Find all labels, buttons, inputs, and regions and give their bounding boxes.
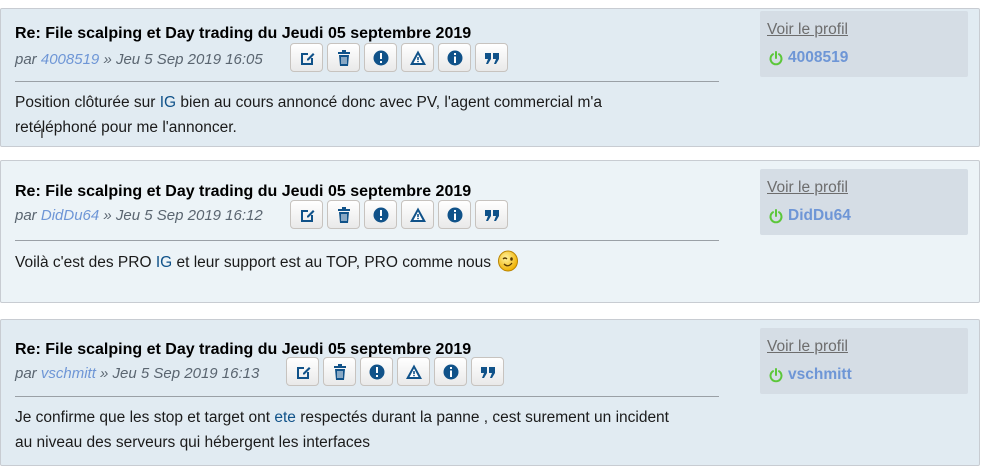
quote-icon <box>484 209 499 221</box>
info-icon <box>447 50 462 65</box>
content-text: respectés durant la panne , cest suremen… <box>295 409 669 426</box>
post-content: Voilà c'est des PRO IG et leur support e… <box>15 250 519 275</box>
profile-panel: Voir le profil DidDu64 <box>760 169 968 235</box>
report-icon <box>373 207 388 222</box>
post-separator <box>15 81 719 82</box>
delete-icon <box>337 49 350 66</box>
delete-button[interactable] <box>327 43 360 72</box>
edit-icon <box>300 52 314 65</box>
post-buttons <box>290 200 508 229</box>
author-link[interactable]: 4008519 <box>41 51 99 68</box>
report-button[interactable] <box>364 43 397 72</box>
quote-button[interactable] <box>471 357 504 386</box>
post: Re: File scalping et Day trading du Jeud… <box>0 319 980 466</box>
author-prefix: par <box>15 365 37 382</box>
quote-icon <box>484 52 499 64</box>
report-icon <box>369 364 384 379</box>
author-prefix: par <box>15 51 37 68</box>
content-line: Position clôturée sur IG bien au cours a… <box>15 90 602 115</box>
online-icon <box>769 209 783 224</box>
content-link[interactable]: IG <box>156 254 172 271</box>
delete-button[interactable] <box>323 357 356 386</box>
delete-icon <box>333 363 346 380</box>
post-content: Position clôturée sur IG bien au cours a… <box>15 90 602 140</box>
post-date: » Jeu 5 Sep 2019 16:05 <box>103 51 263 68</box>
profile-username[interactable]: 4008519 <box>788 49 848 67</box>
post-content: Je confirme que les stop et target ont e… <box>15 405 669 455</box>
info-icon <box>443 364 458 379</box>
content-text: Position clôturée sur <box>15 94 160 111</box>
text-cursor: Ι <box>40 125 44 141</box>
content-text: Je confirme que les stop et target ont <box>15 409 275 426</box>
delete-button[interactable] <box>327 200 360 229</box>
edit-icon <box>300 209 314 222</box>
content-text: et leur support est au TOP, PRO comme no… <box>172 254 491 271</box>
post-separator <box>15 240 719 241</box>
delete-icon <box>337 206 350 223</box>
report-button[interactable] <box>364 200 397 229</box>
content-text: bien au cours annoncé donc avec PV, l'ag… <box>176 94 602 111</box>
warn-icon <box>409 207 426 222</box>
post-author-line: par 4008519 » Jeu 5 Sep 2019 16:05 <box>15 51 263 68</box>
view-profile-link[interactable]: Voir le profil <box>767 179 848 197</box>
profile-username[interactable]: vschmitt <box>788 366 852 384</box>
edit-button[interactable] <box>290 200 323 229</box>
post-title[interactable]: Re: File scalping et Day trading du Jeud… <box>15 25 471 43</box>
post: Re: File scalping et Day trading du Jeud… <box>0 8 980 147</box>
post: Re: File scalping et Day trading du Jeud… <box>0 160 980 303</box>
content-line: Voilà c'est des PRO IG et leur support e… <box>15 250 519 275</box>
edit-button[interactable] <box>286 357 319 386</box>
info-icon <box>447 207 462 222</box>
post-date: » Jeu 5 Sep 2019 16:12 <box>103 207 263 224</box>
profile-username[interactable]: DidDu64 <box>788 207 851 225</box>
info-button[interactable] <box>438 200 471 229</box>
content-line: retéléphoné pour me l'annoncer. <box>15 119 237 136</box>
post-author-line: par DidDu64 » Jeu 5 Sep 2019 16:12 <box>15 207 263 224</box>
warn-icon <box>409 50 426 65</box>
warn-button[interactable] <box>401 43 434 72</box>
warn-icon <box>405 364 422 379</box>
post-date: » Jeu 5 Sep 2019 16:13 <box>100 365 260 382</box>
view-profile-link[interactable]: Voir le profil <box>767 338 848 356</box>
profile-panel: Voir le profil 4008519 <box>760 11 968 77</box>
content-line: Je confirme que les stop et target ont e… <box>15 405 669 430</box>
quote-icon <box>480 366 495 378</box>
profile-panel: Voir le profil vschmitt <box>760 328 968 394</box>
edit-icon <box>296 366 310 379</box>
post-title[interactable]: Re: File scalping et Day trading du Jeud… <box>15 183 471 201</box>
warn-button[interactable] <box>397 357 430 386</box>
wink-smiley-icon <box>498 250 519 272</box>
post-buttons <box>290 43 508 72</box>
view-profile-link[interactable]: Voir le profil <box>767 21 848 39</box>
quote-button[interactable] <box>475 200 508 229</box>
quote-button[interactable] <box>475 43 508 72</box>
profile-user: vschmitt <box>768 366 852 384</box>
info-button[interactable] <box>434 357 467 386</box>
content-line: au niveau des serveurs qui hébergent les… <box>15 434 370 451</box>
edit-button[interactable] <box>290 43 323 72</box>
post-buttons <box>286 357 504 386</box>
content-text: Voilà c'est des PRO <box>15 254 156 271</box>
warn-button[interactable] <box>401 200 434 229</box>
report-icon <box>373 50 388 65</box>
profile-user: DidDu64 <box>768 207 851 225</box>
author-link[interactable]: DidDu64 <box>41 207 99 224</box>
online-icon <box>769 368 783 383</box>
author-link[interactable]: vschmitt <box>41 365 96 382</box>
content-link[interactable]: IG <box>160 94 176 111</box>
info-button[interactable] <box>438 43 471 72</box>
profile-user: 4008519 <box>768 49 848 67</box>
post-separator <box>15 396 719 397</box>
content-link[interactable]: ete <box>274 409 296 426</box>
report-button[interactable] <box>360 357 393 386</box>
online-icon <box>769 51 783 66</box>
post-author-line: par vschmitt » Jeu 5 Sep 2019 16:13 <box>15 365 259 382</box>
author-prefix: par <box>15 207 37 224</box>
